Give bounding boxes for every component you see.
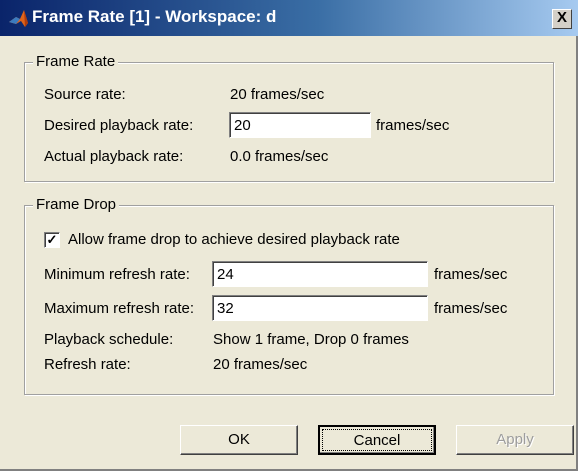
desired-rate-label: Desired playback rate:: [44, 117, 194, 134]
max-refresh-label: Maximum refresh rate:: [44, 300, 195, 317]
refresh-rate-value: 20 frames/sec: [213, 356, 308, 373]
cancel-button[interactable]: Cancel: [318, 425, 436, 455]
source-rate-label: Source rate:: [44, 86, 126, 103]
playback-schedule-value: Show 1 frame, Drop 0 frames: [213, 331, 409, 348]
apply-button[interactable]: Apply: [456, 425, 574, 455]
max-refresh-unit: frames/sec: [434, 300, 508, 317]
allow-frame-drop-label[interactable]: Allow frame drop to achieve desired play…: [68, 231, 400, 248]
desired-rate-unit: frames/sec: [376, 117, 450, 134]
frame-drop-group-label: Frame Drop: [33, 196, 120, 213]
source-rate-value: 20 frames/sec: [230, 86, 325, 103]
min-refresh-label: Minimum refresh rate:: [44, 266, 190, 283]
frame-rate-dialog: Frame Rate [1] - Workspace: d X Frame Ra…: [0, 0, 578, 471]
max-refresh-input[interactable]: [212, 295, 428, 321]
title-bar[interactable]: Frame Rate [1] - Workspace: d X: [0, 0, 578, 36]
min-refresh-input[interactable]: [212, 261, 428, 287]
actual-rate-value: 0.0 frames/sec: [230, 148, 329, 165]
desired-rate-input[interactable]: [229, 112, 371, 138]
allow-frame-drop-checkbox[interactable]: ✓: [44, 232, 60, 248]
playback-schedule-label: Playback schedule:: [44, 331, 174, 348]
window-title: Frame Rate [1] - Workspace: d: [32, 7, 277, 26]
frame-rate-group-label: Frame Rate: [33, 53, 119, 70]
min-refresh-unit: frames/sec: [434, 266, 508, 283]
ok-button[interactable]: OK: [180, 425, 298, 455]
matlab-logo-icon: [9, 10, 28, 27]
close-button[interactable]: X: [552, 9, 572, 29]
actual-rate-label: Actual playback rate:: [44, 148, 184, 165]
refresh-rate-label: Refresh rate:: [44, 356, 131, 373]
